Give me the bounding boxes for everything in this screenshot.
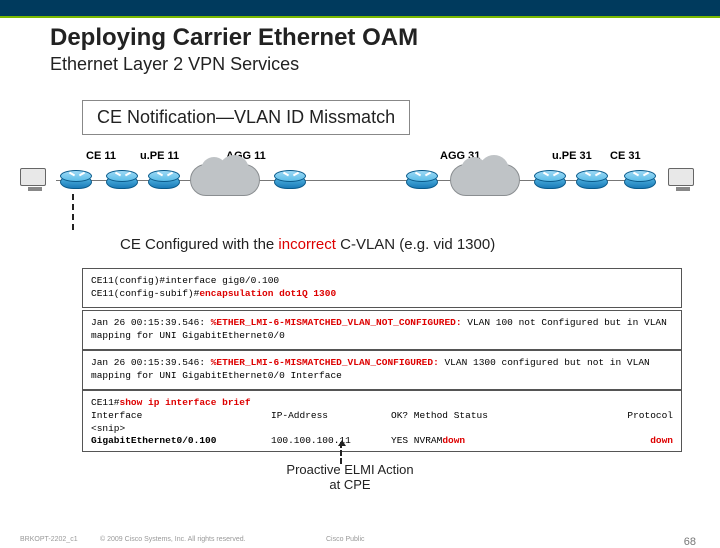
terminal-log2: Jan 26 00:15:39.546: %ETHER_LMI-6-MISMAT… [82, 350, 682, 390]
router-icon [106, 170, 138, 194]
elmi-line2: at CPE [260, 477, 440, 492]
caption-pre: CE Configured with the [120, 236, 278, 253]
label-upe11: u.PE 11 [140, 150, 179, 162]
cli-line: CE11(config)#interface gig0/0.100 [91, 275, 279, 286]
config-caption: CE Configured with the incorrect C-VLAN … [120, 236, 670, 253]
terminal-show: CE11#show ip interface brief Interface I… [82, 390, 682, 452]
elmi-caption: Proactive ELMI Action at CPE [260, 462, 440, 492]
row-ip: 100.100.100.11 [271, 435, 391, 448]
cli-command: encapsulation dot1Q 1300 [199, 288, 336, 299]
slide-subtitle: Ethernet Layer 2 VPN Services [50, 54, 299, 75]
terminal-log1: Jan 26 00:15:39.546: %ETHER_LMI-6-MISMAT… [82, 310, 682, 350]
col-ip: IP-Address [271, 410, 391, 423]
row-protocol: down [650, 435, 673, 446]
log-code: %ETHER_LMI-6-MISMATCHED_VLAN_CONFIGURED: [211, 357, 439, 368]
host-icon [668, 168, 698, 194]
router-icon [406, 170, 438, 194]
row-ok: YES NVRAM [391, 435, 442, 448]
row-status: down [442, 435, 465, 448]
router-icon [624, 170, 656, 194]
header-bar [0, 0, 720, 18]
router-icon [576, 170, 608, 194]
elmi-line1: Proactive ELMI Action [260, 462, 440, 477]
footer-page: 68 [684, 536, 696, 548]
log-code: %ETHER_LMI-6-MISMATCHED_VLAN_NOT_CONFIGU… [211, 317, 462, 328]
cli-command: show ip interface brief [120, 397, 251, 408]
router-icon [148, 170, 180, 194]
router-icon [60, 170, 92, 194]
dashed-connector [72, 194, 74, 230]
label-ce31: CE 31 [610, 150, 641, 162]
label-ce11: CE 11 [86, 150, 116, 162]
col-protocol: Protocol [551, 410, 673, 423]
cli-prompt: CE11# [91, 397, 120, 408]
cli-snip: <snip> [91, 423, 673, 436]
router-icon [274, 170, 306, 194]
row-iface: GigabitEthernet0/0.100 [91, 435, 271, 448]
cloud-icon [450, 164, 520, 196]
slide-title: Deploying Carrier Ethernet OAM [50, 24, 418, 52]
callout-arrow [340, 442, 342, 464]
caption-post: C-VLAN (e.g. vid 1300) [336, 236, 495, 253]
log-timestamp: Jan 26 00:15:39.546: [91, 317, 211, 328]
cli-prompt: CE11(config-subif)# [91, 288, 199, 299]
col-interface: Interface [91, 410, 271, 423]
col-status: OK? Method Status [391, 410, 551, 423]
caption-bad: incorrect [278, 236, 336, 253]
log-timestamp: Jan 26 00:15:39.546: [91, 357, 211, 368]
host-icon [20, 168, 50, 194]
label-upe31: u.PE 31 [552, 150, 592, 162]
router-icon [534, 170, 566, 194]
topic-badge: CE Notification—VLAN ID Missmatch [82, 100, 410, 135]
terminal-config: CE11(config)#interface gig0/0.100 CE11(c… [82, 268, 682, 308]
network-diagram: CE 11 u.PE 11 AGG 11 AGG 31 u.PE 31 CE 3… [50, 150, 670, 210]
cloud-icon [190, 164, 260, 196]
